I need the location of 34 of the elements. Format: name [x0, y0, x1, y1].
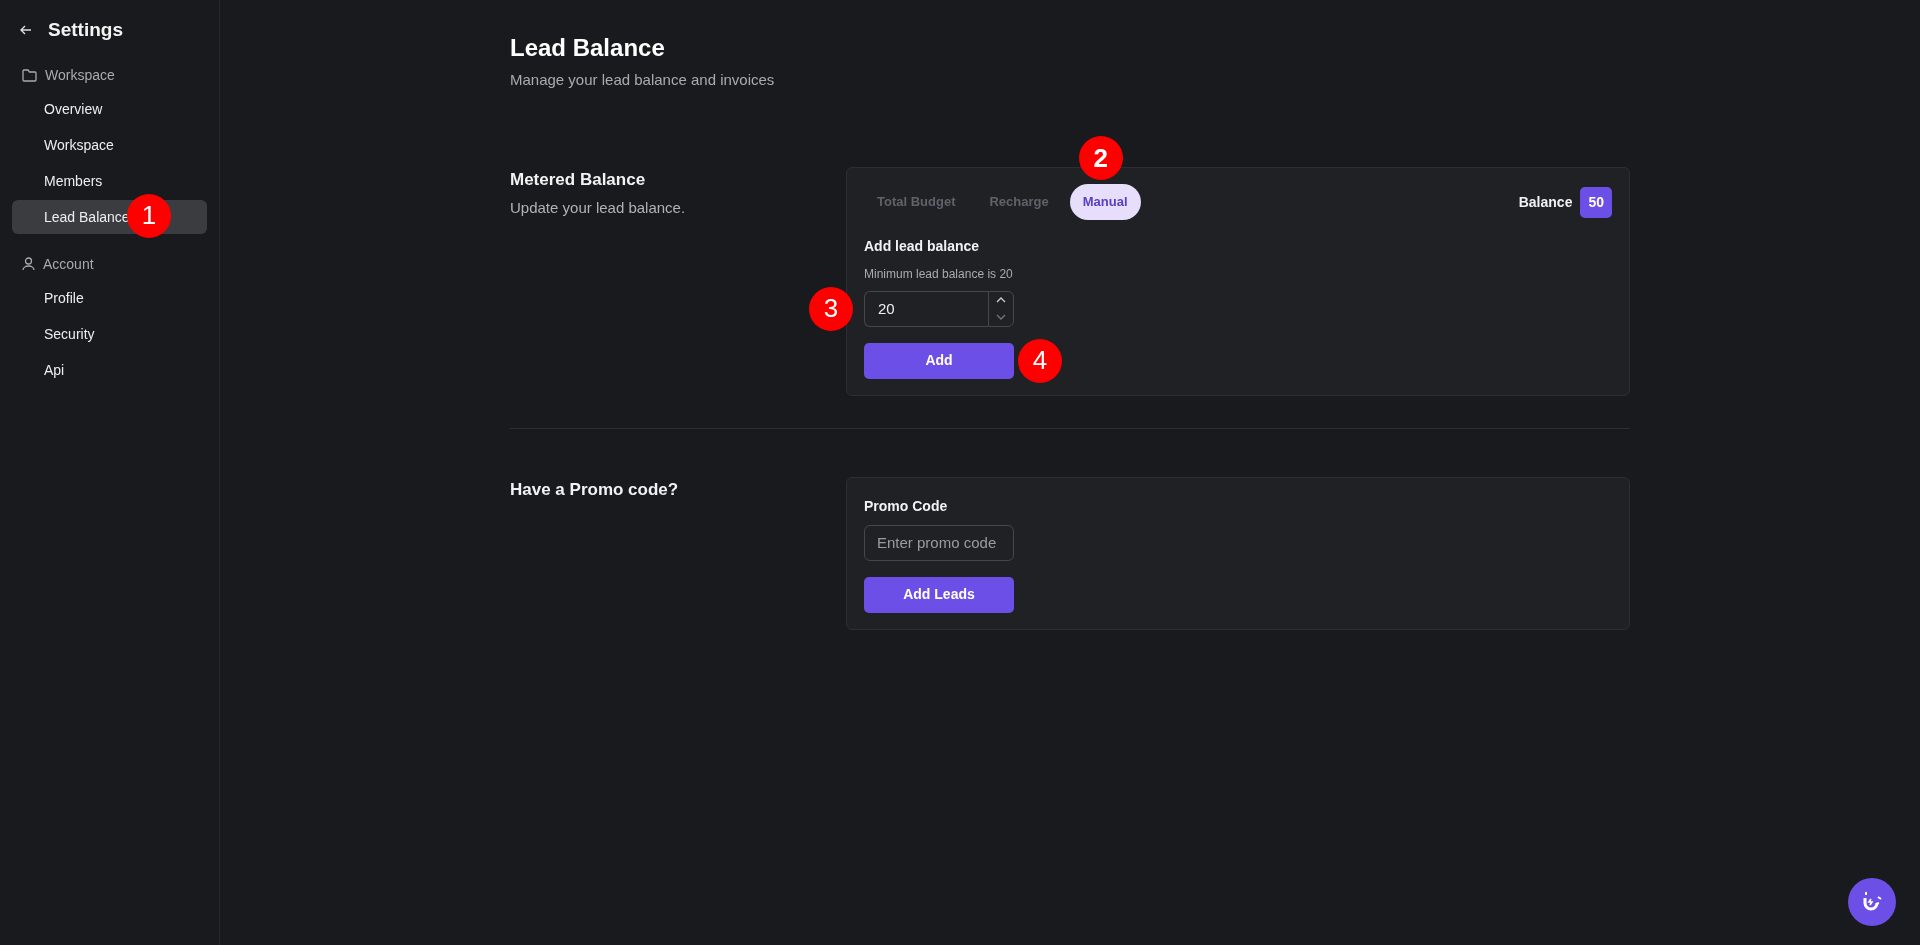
back-button[interactable]: [20, 25, 32, 36]
sidebar-item[interactable]: Api: [12, 352, 207, 387]
add-button[interactable]: Add: [864, 342, 1014, 379]
hint-text: Minimum lead balance is 20: [864, 265, 1014, 283]
section-title: Have a Promo code?: [510, 478, 680, 501]
sidebar-item[interactable]: Security: [12, 316, 207, 351]
person-icon: [22, 257, 35, 271]
group-heading: Account: [43, 254, 94, 274]
sidebar-item[interactable]: Workspace: [12, 127, 207, 162]
add-leads-button[interactable]: Add Leads: [864, 576, 1014, 613]
group-heading: Workspace: [45, 65, 115, 85]
annotation-marker: 3: [809, 286, 853, 331]
form-title: Add lead balance: [864, 236, 981, 256]
sidebar-item[interactable]: Profile: [12, 280, 207, 315]
chevron-down-icon[interactable]: [996, 314, 1006, 321]
back-arrow-icon: [20, 25, 32, 36]
stepper-control[interactable]: [988, 290, 1014, 327]
section-subtitle: Update your lead balance.: [510, 197, 687, 218]
folder-icon: [22, 68, 37, 82]
balance-label: Balance: [1518, 192, 1573, 212]
annotation-marker: 1: [127, 193, 171, 238]
amount-field[interactable]: 20: [864, 290, 988, 327]
balance-value: 50: [1580, 186, 1612, 218]
chevron-up-icon[interactable]: [996, 297, 1006, 304]
promo-code-field[interactable]: Enter promo code: [864, 524, 1014, 561]
section-title: Metered Balance: [510, 169, 647, 192]
annotation-marker: 4: [1018, 338, 1062, 383]
sidebar-title: Settings: [48, 18, 123, 42]
sidebar-item[interactable]: Overview: [12, 91, 207, 126]
annotation-marker: 2: [1078, 136, 1123, 181]
magnet-launcher-button[interactable]: [1848, 878, 1896, 926]
page-title: Lead Balance: [510, 34, 666, 63]
page-subtitle: Manage your lead balance and invoices: [510, 69, 776, 90]
field-label: Promo Code: [864, 496, 949, 516]
